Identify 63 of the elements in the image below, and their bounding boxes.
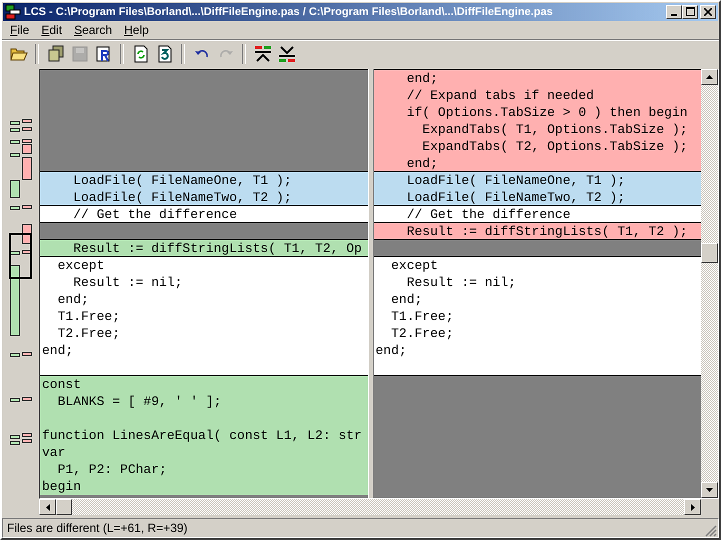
code-line: // Expand tabs if needed (406, 88, 594, 104)
code-line: end; (42, 343, 74, 358)
code-line: except (390, 258, 438, 274)
code-line: LoadFile( FileNameOne, T1 ); (72, 173, 292, 188)
code-line: P1, P2: PChar; (56, 462, 167, 478)
code-line: begin (42, 479, 82, 494)
close-icon (704, 8, 712, 16)
code-line: Result := nil; (72, 275, 182, 290)
previous-difference-icon (254, 45, 272, 64)
code-line: if( Options.TabSize > 0 ) then begin (406, 105, 688, 120)
menu-item[interactable]: Edit (35, 22, 68, 37)
right-arrow-icon (690, 504, 694, 511)
code-line: LoadFile( FileNameTwo, T2 ); (406, 190, 626, 206)
code-line: BLANKS = [ #9, ' ' ]; (56, 394, 222, 410)
vertical-scrollbar[interactable] (701, 69, 718, 498)
code-line: // Get the difference (72, 207, 238, 222)
document-3-icon (156, 45, 174, 64)
scroll-right-button[interactable] (684, 499, 701, 516)
code-line: LoadFile( FileNameOne, T1 ); (406, 173, 626, 188)
code-line: ExpandTabs( T2, Options.TabSize ); (421, 139, 688, 154)
code-line: Result := diffStringLists( T1, T2, Op (72, 241, 362, 256)
code-line: var (42, 445, 66, 460)
window-title: LCS - C:\Program Files\Borland\...\DiffFileEngine.pas / C:\Program Files\Borland\...\DiffFileEngine.pas (24, 6, 554, 18)
code-line: T2.Free; (56, 326, 120, 342)
up-arrow-icon (706, 75, 713, 80)
close-button[interactable] (700, 4, 716, 19)
scrollbar-thumb[interactable] (56, 499, 72, 516)
document-r-icon (94, 45, 112, 64)
code-line: LoadFile( FileNameTwo, T2 ); (72, 190, 292, 206)
minimize-icon (671, 14, 677, 16)
code-line: end; (406, 71, 438, 86)
left-arrow-icon (46, 504, 50, 511)
status-text: Files are different (L=+61, R=+39) (7, 521, 188, 536)
code-line: // Get the difference (406, 207, 571, 222)
refresh-icon (132, 45, 150, 64)
scroll-down-button[interactable] (701, 482, 718, 498)
scroll-left-button[interactable] (39, 499, 56, 516)
menu-item[interactable]: Search (68, 22, 118, 37)
app-icon (5, 4, 21, 20)
horizontal-scrollbar[interactable] (39, 499, 701, 516)
code-line: T1.Free; (390, 309, 454, 324)
scrollbar-thumb[interactable] (701, 243, 718, 264)
code-line: except (56, 258, 104, 274)
menu-item[interactable]: Help (118, 22, 155, 37)
down-arrow-icon (706, 488, 713, 492)
code-line: T2.Free; (390, 326, 454, 342)
code-line: end; (376, 343, 407, 358)
code-line: end; (390, 292, 422, 308)
menu-item[interactable]: File (4, 22, 36, 37)
code-line: ExpandTabs( T1, Options.TabSize ); (421, 122, 688, 138)
code-line: end; (406, 156, 438, 172)
code-line: function LinesAreEqual( const L1, L2: str (42, 428, 362, 444)
code-line: Result := diffStringLists( T1, T2 ); (406, 224, 688, 240)
maximize-icon (686, 7, 694, 16)
documents-icon (46, 45, 64, 64)
code-line: Result := nil; (406, 275, 516, 290)
next-difference-icon (278, 45, 296, 64)
code-line: T1.Free; (56, 309, 120, 324)
maximize-button[interactable] (682, 4, 698, 19)
minimize-button[interactable] (666, 4, 682, 19)
code-line: end; (56, 292, 89, 308)
code-line: const (42, 377, 82, 392)
scroll-up-button[interactable] (701, 69, 718, 86)
